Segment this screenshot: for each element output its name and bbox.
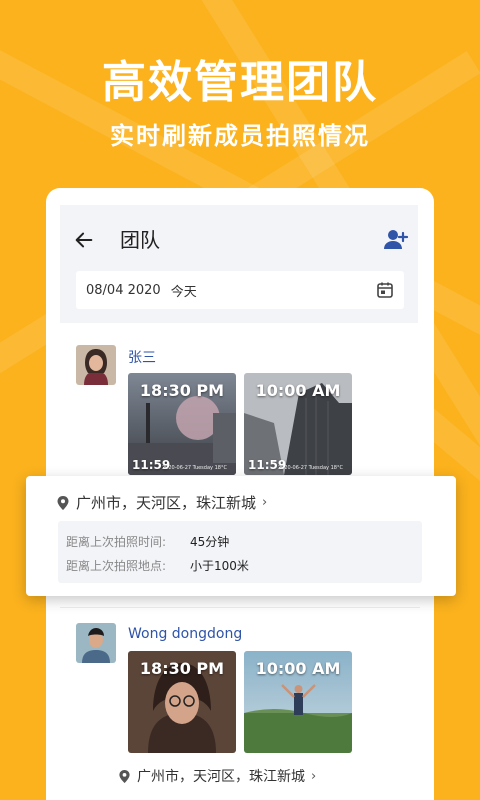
chevron-right-icon: › xyxy=(262,495,268,510)
photo-stamp-detail: 2020-06-27 Tuesday 18°C xyxy=(162,465,227,471)
photo-stamp-detail: 2020-06-27 Tuesday 18°C xyxy=(278,465,343,471)
add-user-icon xyxy=(384,230,409,249)
member-photo[interactable]: 18:30 PM 11:59 2020-06-27 Tuesday 18°C xyxy=(128,373,236,475)
location-popup: 广州市，天河区，珠江新城 › 距离上次拍照时间: 45分钟 距离上次拍照地点: … xyxy=(26,476,456,596)
page-title: 团队 xyxy=(120,228,160,252)
calendar-icon xyxy=(377,282,393,298)
info-value: 45分钟 xyxy=(190,535,230,549)
photo-time: 10:00 AM xyxy=(255,659,341,678)
member-photo[interactable]: 10:00 AM 11:59 2020-06-27 Tuesday 18°C xyxy=(244,373,352,475)
member-name[interactable]: Wong dongdong xyxy=(128,626,242,642)
member-photo[interactable]: 18:30 PM xyxy=(128,651,236,753)
location-pin-icon xyxy=(57,495,69,510)
back-button[interactable] xyxy=(70,226,98,254)
chevron-right-icon: › xyxy=(311,768,317,784)
info-value: 小于100米 xyxy=(190,559,249,573)
photo-time: 18:30 PM xyxy=(139,381,225,400)
info-label: 距离上次拍照地点: xyxy=(66,559,167,573)
member-photo[interactable]: 10:00 AM xyxy=(244,651,352,753)
photo-time: 18:30 PM xyxy=(139,659,225,678)
popup-location-text: 广州市，天河区，珠江新城 xyxy=(76,494,257,512)
avatar[interactable] xyxy=(76,623,116,663)
date-value: 08/04 2020 xyxy=(86,282,161,298)
photo-distance-info: 距离上次拍照时间: 45分钟 距离上次拍照地点: 小于100米 xyxy=(58,521,422,583)
hero-title: 高效管理团队 xyxy=(102,57,378,108)
hero-subtitle: 实时刷新成员拍照情况 xyxy=(110,122,370,150)
avatar[interactable] xyxy=(76,345,116,385)
member-location-link[interactable]: 广州市，天河区，珠江新城 › xyxy=(118,766,316,786)
member-location-text: 广州市，天河区，珠江新城 xyxy=(137,769,305,785)
arrow-left-icon xyxy=(75,232,93,248)
photo-time: 10:00 AM xyxy=(255,381,341,400)
info-label: 距离上次拍照时间: xyxy=(66,535,167,549)
add-member-button[interactable] xyxy=(382,226,410,254)
calendar-button[interactable] xyxy=(376,281,394,299)
location-pin-icon xyxy=(119,769,130,783)
divider xyxy=(60,607,420,608)
popup-location-link[interactable]: 广州市，天河区，珠江新城 › xyxy=(56,492,267,513)
date-filter[interactable]: 08/04 2020 今天 xyxy=(76,271,404,309)
member-name[interactable]: 张三 xyxy=(128,347,156,367)
date-label: 今天 xyxy=(170,284,197,300)
